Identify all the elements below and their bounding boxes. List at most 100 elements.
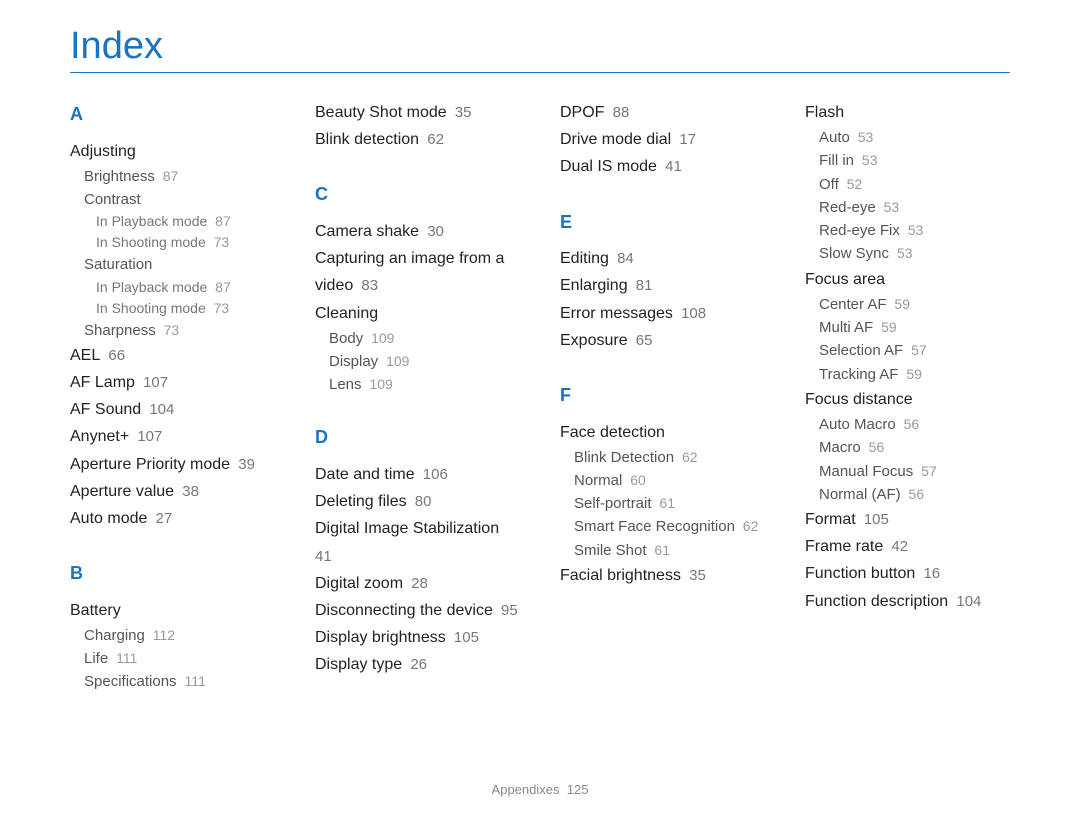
page-ref: 60	[626, 472, 645, 488]
index-entry: Capturing an image from a video 83	[315, 245, 520, 299]
page-title: Index	[70, 25, 1010, 73]
page-ref: 35	[451, 104, 472, 121]
index-subentry: Sharpness 73	[84, 319, 275, 342]
page-ref: 81	[632, 277, 653, 294]
footer-page: 125	[567, 782, 589, 797]
index-entry: Function description 104	[805, 588, 1010, 615]
index-entry: Format 105	[805, 506, 1010, 533]
index-letter: A	[70, 99, 275, 130]
index-entry: Adjusting	[70, 138, 275, 165]
page-ref: 53	[880, 199, 899, 215]
index-subentry: Lens 109	[329, 373, 520, 396]
page-ref: 84	[613, 250, 634, 267]
page-ref: 53	[854, 129, 873, 145]
page-ref: 104	[952, 593, 981, 610]
index-entry: Facial brightness 35	[560, 562, 765, 589]
page-ref: 56	[900, 416, 919, 432]
index-entry: Function button 16	[805, 560, 1010, 587]
index-column-2: Beauty Shot mode 35Blink detection 62 C Ca…	[315, 99, 520, 694]
index-subentry: Slow Sync 53	[819, 242, 1010, 265]
index-entry: Auto mode 27	[70, 505, 275, 532]
page-ref: 56	[905, 486, 924, 502]
page-ref: 109	[366, 376, 393, 392]
page-ref: 62	[678, 449, 697, 465]
page-ref: 59	[902, 366, 921, 382]
index-entry: AF Sound 104	[70, 396, 275, 423]
index-entry: Deleting files 80	[315, 488, 520, 515]
index-entry: Display brightness 105	[315, 624, 520, 651]
index-entry: Dual IS mode 41	[560, 153, 765, 180]
page-ref: 53	[904, 222, 923, 238]
index-column-1: AAdjustingBrightness 87ContrastIn Playba…	[70, 99, 275, 694]
index-entry: Enlarging 81	[560, 272, 765, 299]
page-ref: 30	[423, 223, 444, 240]
index-entry: Beauty Shot mode 35	[315, 99, 520, 126]
page-ref: 87	[211, 213, 230, 229]
footer-label: Appendixes	[492, 782, 560, 797]
index-entry: AEL 66	[70, 342, 275, 369]
index-subentry: Fill in 53	[819, 149, 1010, 172]
index-subentry: Specifications 111	[84, 670, 275, 693]
page-ref: 28	[407, 575, 428, 592]
index-subentry: Smile Shot 61	[574, 539, 765, 562]
page-ref: 65	[632, 332, 653, 349]
index-entry: AF Lamp 107	[70, 369, 275, 396]
index-entry: Camera shake 30	[315, 218, 520, 245]
index-entry: Digital zoom 28	[315, 570, 520, 597]
page-ref: 83	[357, 277, 378, 294]
index-subentry: Center AF 59	[819, 293, 1010, 316]
index-entry: Aperture value 38	[70, 478, 275, 505]
index-subentry: Charging 112	[84, 624, 275, 647]
index-subentry: Self-portrait 61	[574, 492, 765, 515]
index-letter: B	[70, 558, 275, 589]
index-entry: Cleaning	[315, 300, 520, 327]
page-ref: 53	[893, 245, 912, 261]
page-ref: 59	[877, 319, 896, 335]
page-ref: 105	[860, 511, 889, 528]
index-subentry: Smart Face Recognition 62	[574, 515, 765, 538]
page-ref: 73	[210, 234, 229, 250]
page-footer: Appendixes 125	[0, 782, 1080, 797]
index-entry: Blink detection 62	[315, 126, 520, 153]
page-ref: 39	[234, 456, 255, 473]
page-ref: 73	[160, 322, 179, 338]
page-ref: 112	[149, 627, 175, 643]
index-entry: Date and time 106	[315, 461, 520, 488]
index-subentry: Tracking AF 59	[819, 363, 1010, 386]
page-ref: 38	[178, 483, 199, 500]
page-ref: 87	[211, 279, 230, 295]
index-columns: AAdjustingBrightness 87ContrastIn Playba…	[70, 99, 1010, 694]
page-ref: 105	[450, 629, 479, 646]
page-ref: 80	[411, 493, 432, 510]
index-entry: Anynet+ 107	[70, 423, 275, 450]
page-ref: 26	[406, 656, 427, 673]
index-subentry: Selection AF 57	[819, 339, 1010, 362]
page-ref: 107	[139, 374, 168, 391]
page-ref: 53	[858, 152, 877, 168]
index-entry: Drive mode dial 17	[560, 126, 765, 153]
page-ref: 17	[675, 131, 696, 148]
index-column-3: DPOF 88Drive mode dial 17Dual IS mode 41…	[560, 99, 765, 694]
index-entry: Face detection	[560, 419, 765, 446]
index-subentry: Contrast	[84, 188, 275, 211]
page-ref: 56	[865, 439, 884, 455]
index-subentry: Multi AF 59	[819, 316, 1010, 339]
index-letter: C	[315, 179, 520, 210]
page-ref: 73	[210, 300, 229, 316]
page-ref: 111	[181, 673, 206, 689]
page-ref: 106	[419, 466, 448, 483]
index-entry: Editing 84	[560, 245, 765, 272]
page-ref: 57	[917, 463, 936, 479]
index-subentry: Off 52	[819, 173, 1010, 196]
page-ref: 111	[112, 650, 137, 666]
index-entry: Focus area	[805, 266, 1010, 293]
page-ref: 35	[685, 567, 706, 584]
page-ref: 57	[907, 342, 926, 358]
page-ref: 66	[104, 347, 125, 364]
index-subentry: Life 111	[84, 647, 275, 670]
index-entry: Disconnecting the device 95	[315, 597, 520, 624]
index-entry: Error messages 108	[560, 300, 765, 327]
index-subentry: Red-eye 53	[819, 196, 1010, 219]
page-ref: 62	[739, 518, 758, 534]
page-ref: 41	[661, 158, 682, 175]
